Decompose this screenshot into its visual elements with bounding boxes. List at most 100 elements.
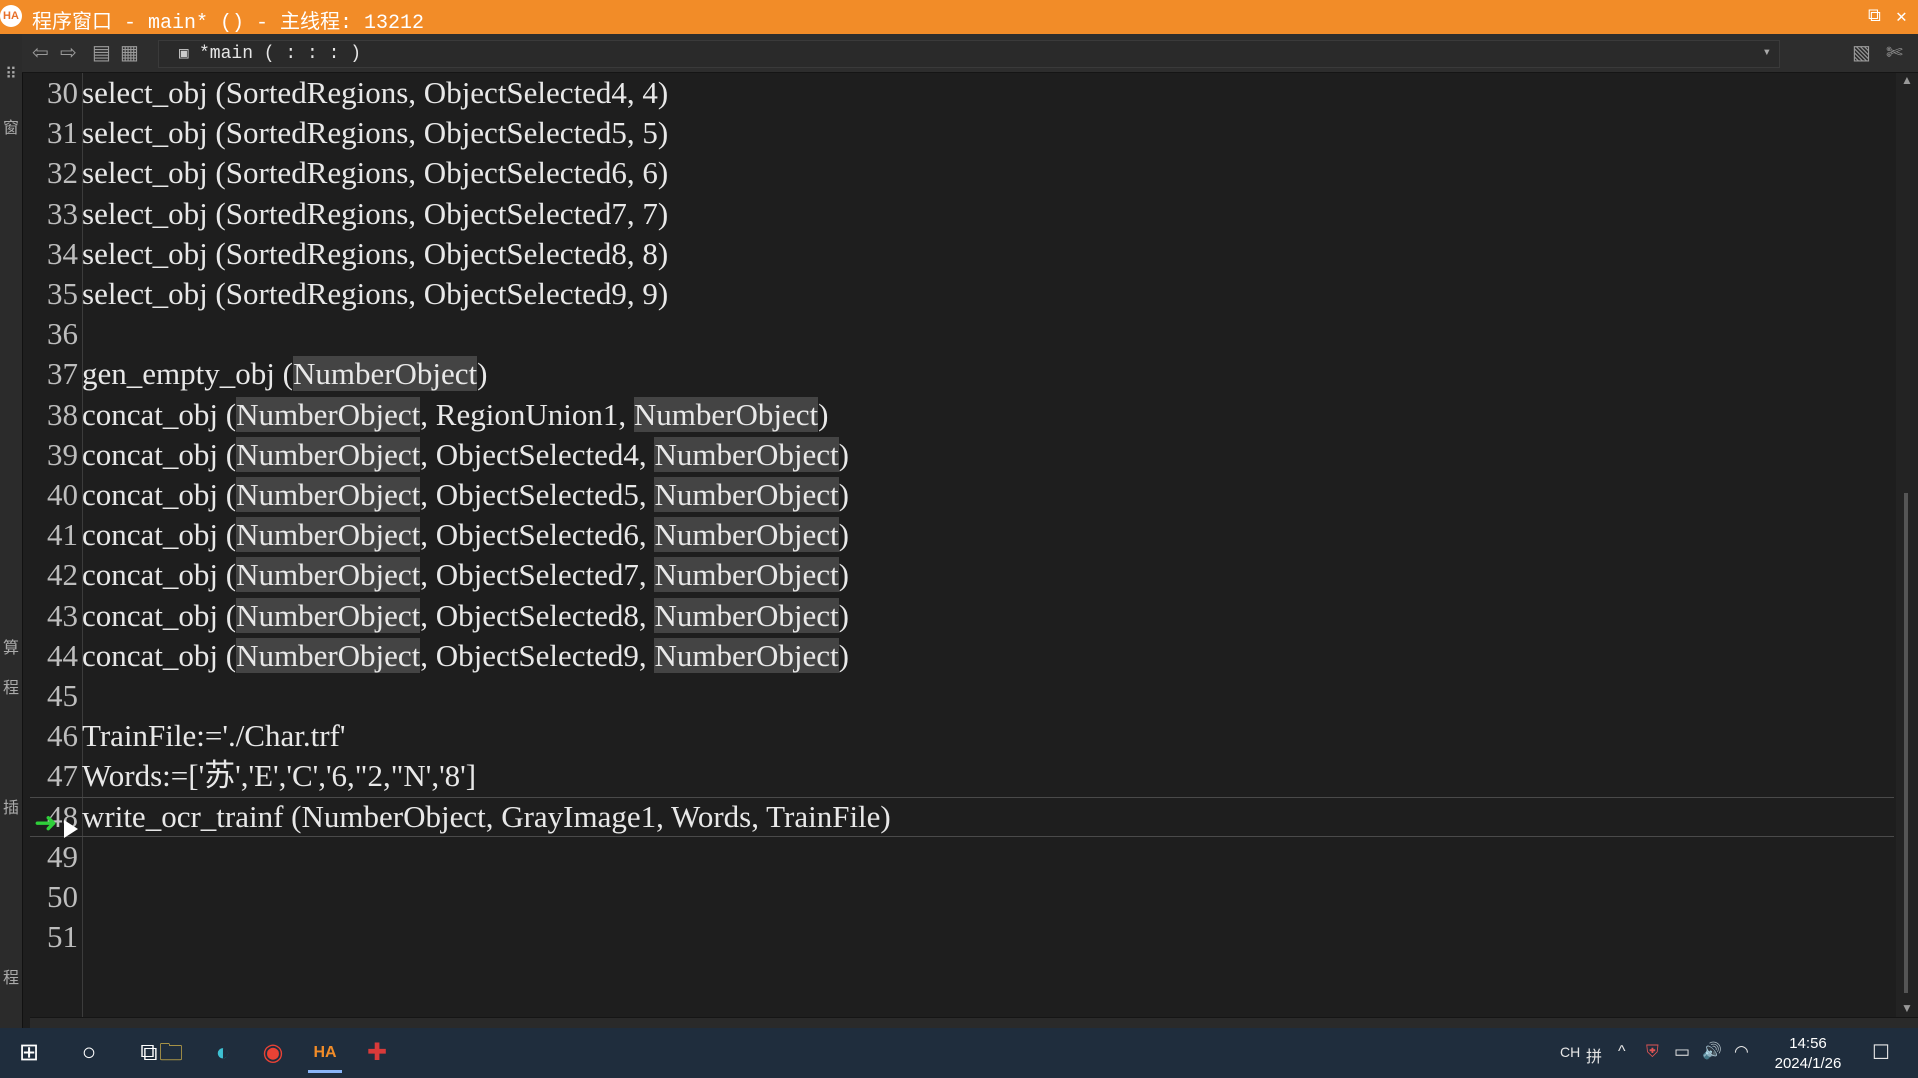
wifi-icon[interactable]: ◠: [1734, 1042, 1749, 1062]
vertical-scrollbar[interactable]: ▲ ▼: [1896, 73, 1918, 1017]
code-text[interactable]: select_obj (SortedRegions, ObjectSelecte…: [82, 234, 668, 274]
file-explorer-icon[interactable]: 🗀: [154, 1036, 188, 1070]
code-line[interactable]: 33 select_obj (SortedRegions, ObjectSelec…: [30, 194, 1894, 234]
scroll-thumb[interactable]: [1904, 493, 1908, 993]
save-procedure-icon[interactable]: ▧: [1852, 40, 1871, 65]
input-language-indicator[interactable]: CH: [1560, 1044, 1580, 1060]
battery-icon[interactable]: ▭: [1674, 1042, 1690, 1062]
code-line[interactable]: 31 select_obj (SortedRegions, ObjectSelec…: [30, 113, 1894, 153]
halcon-icon[interactable]: HA: [308, 1036, 342, 1073]
grid-view-icon[interactable]: ▦: [120, 40, 139, 65]
program-editor[interactable]: 30 select_obj (SortedRegions, ObjectSelec…: [30, 73, 1894, 1017]
code-line[interactable]: 39 concat_obj (NumberObject, ObjectSelect…: [30, 435, 1894, 475]
line-number[interactable]: 32: [30, 153, 78, 193]
code-line[interactable]: 45: [30, 676, 1894, 716]
dock-tab-program-2[interactable]: 程: [2, 964, 20, 988]
line-number[interactable]: 34: [30, 234, 78, 274]
code-text[interactable]: concat_obj (NumberObject, ObjectSelected…: [82, 515, 849, 555]
code-line[interactable]: 49: [30, 837, 1894, 877]
highlighted-variable: NumberObject: [236, 397, 421, 432]
line-number[interactable]: 47: [30, 756, 78, 796]
line-number[interactable]: 40: [30, 475, 78, 515]
notification-center-icon[interactable]: ☐: [1872, 1040, 1890, 1065]
code-line[interactable]: 41 concat_obj (NumberObject, ObjectSelect…: [30, 515, 1894, 555]
code-text[interactable]: TrainFile:='./Char.trf': [82, 716, 345, 756]
code-line[interactable]: 35 select_obj (SortedRegions, ObjectSelec…: [30, 274, 1894, 314]
code-text[interactable]: select_obj (SortedRegions, ObjectSelecte…: [82, 153, 668, 193]
code-token: , ObjectSelected7,: [420, 557, 655, 592]
ime-mode-icon[interactable]: 拼: [1586, 1043, 1602, 1067]
code-text[interactable]: concat_obj (NumberObject, ObjectSelected…: [82, 475, 849, 515]
chevron-down-icon[interactable]: ▾: [1763, 44, 1771, 61]
code-line[interactable]: 34 select_obj (SortedRegions, ObjectSelec…: [30, 234, 1894, 274]
line-number[interactable]: 41: [30, 515, 78, 555]
clear-filter-icon[interactable]: ✄: [1886, 40, 1903, 65]
code-line[interactable]: 30 select_obj (SortedRegions, ObjectSelec…: [30, 73, 1894, 113]
code-text[interactable]: concat_obj (NumberObject, ObjectSelected…: [82, 435, 849, 475]
code-text[interactable]: concat_obj (NumberObject, RegionUnion1, …: [82, 395, 828, 435]
code-text[interactable]: select_obj (SortedRegions, ObjectSelecte…: [82, 274, 668, 314]
tray-chevron-icon[interactable]: ^: [1618, 1043, 1626, 1061]
line-number[interactable]: 42: [30, 555, 78, 595]
code-line[interactable]: 44 concat_obj (NumberObject, ObjectSelect…: [30, 636, 1894, 676]
line-number[interactable]: 38: [30, 395, 78, 435]
code-line[interactable]: 50: [30, 877, 1894, 917]
line-number[interactable]: 43: [30, 596, 78, 636]
system-clock[interactable]: 14:56 2024/1/26: [1760, 1034, 1856, 1074]
code-line[interactable]: 43 concat_obj (NumberObject, ObjectSelect…: [30, 596, 1894, 636]
dock-grip-icon[interactable]: ⠿: [2, 64, 20, 84]
close-icon[interactable]: ✕: [1896, 6, 1907, 28]
procedure-selector[interactable]: ▣ *main ( : : : ) ▾: [158, 40, 1780, 68]
code-text[interactable]: concat_obj (NumberObject, ObjectSelected…: [82, 596, 849, 636]
line-number[interactable]: 49: [30, 837, 78, 877]
code-area[interactable]: 30 select_obj (SortedRegions, ObjectSelec…: [30, 73, 1894, 1017]
scroll-down-icon[interactable]: ▼: [1901, 1001, 1913, 1015]
restore-icon[interactable]: ⧉: [1868, 6, 1881, 27]
code-line[interactable]: 46 TrainFile:='./Char.trf': [30, 716, 1894, 756]
volume-icon[interactable]: 🔊: [1702, 1041, 1722, 1061]
line-number[interactable]: 46: [30, 716, 78, 756]
code-line-current[interactable]: 48 write_ocr_trainf (NumberObject, GrayIm…: [30, 797, 1894, 839]
clipboard-icon[interactable]: ▤: [92, 40, 111, 65]
app-icon[interactable]: ✚: [360, 1036, 394, 1070]
code-text[interactable]: Words:=['苏','E','C','6,"2,"N','8']: [82, 756, 476, 796]
scroll-up-icon[interactable]: ▲: [1901, 73, 1913, 87]
line-number[interactable]: 39: [30, 435, 78, 475]
code-line[interactable]: 42 concat_obj (NumberObject, ObjectSelect…: [30, 555, 1894, 595]
code-line[interactable]: 32 select_obj (SortedRegions, ObjectSelec…: [30, 153, 1894, 193]
line-number[interactable]: 37: [30, 354, 78, 394]
dock-tab-program[interactable]: 程: [2, 674, 20, 698]
code-text[interactable]: select_obj (SortedRegions, ObjectSelecte…: [82, 73, 668, 113]
code-text[interactable]: select_obj (SortedRegions, ObjectSelecte…: [82, 194, 668, 234]
code-text[interactable]: gen_empty_obj (NumberObject): [82, 354, 487, 394]
line-number[interactable]: 45: [30, 676, 78, 716]
code-line[interactable]: 36: [30, 314, 1894, 354]
search-icon[interactable]: ○: [72, 1036, 106, 1070]
line-number[interactable]: 50: [30, 877, 78, 917]
line-number[interactable]: 36: [30, 314, 78, 354]
line-number[interactable]: 44: [30, 636, 78, 676]
edge-icon[interactable]: ◐: [206, 1036, 240, 1070]
security-tray-icon[interactable]: ⛨: [1646, 1042, 1659, 1062]
code-text[interactable]: write_ocr_trainf (NumberObject, GrayImag…: [82, 798, 891, 836]
code-text[interactable]: concat_obj (NumberObject, ObjectSelected…: [82, 555, 849, 595]
code-text[interactable]: concat_obj (NumberObject, ObjectSelected…: [82, 636, 849, 676]
dock-tab-insert[interactable]: 插: [2, 794, 20, 818]
code-line[interactable]: 38 concat_obj (NumberObject, RegionUnion1…: [30, 395, 1894, 435]
code-line[interactable]: 37 gen_empty_obj (NumberObject): [30, 354, 1894, 394]
start-menu-icon[interactable]: ⊞: [12, 1036, 46, 1070]
back-arrow-icon[interactable]: ⇦: [32, 40, 49, 65]
line-number[interactable]: 31: [30, 113, 78, 153]
code-text[interactable]: select_obj (SortedRegions, ObjectSelecte…: [82, 113, 668, 153]
chrome-icon[interactable]: ◉: [256, 1036, 290, 1070]
line-number[interactable]: 51: [30, 917, 78, 957]
line-number[interactable]: 33: [30, 194, 78, 234]
code-line[interactable]: 40 concat_obj (NumberObject, ObjectSelect…: [30, 475, 1894, 515]
forward-arrow-icon[interactable]: ⇨: [60, 40, 77, 65]
line-number[interactable]: 35: [30, 274, 78, 314]
line-number[interactable]: 30: [30, 73, 78, 113]
dock-tab-variables[interactable]: 窗: [2, 114, 20, 138]
code-line[interactable]: 47 Words:=['苏','E','C','6,"2,"N','8']: [30, 756, 1894, 796]
code-line[interactable]: 51: [30, 917, 1894, 957]
dock-tab-operator[interactable]: 算: [2, 634, 20, 658]
